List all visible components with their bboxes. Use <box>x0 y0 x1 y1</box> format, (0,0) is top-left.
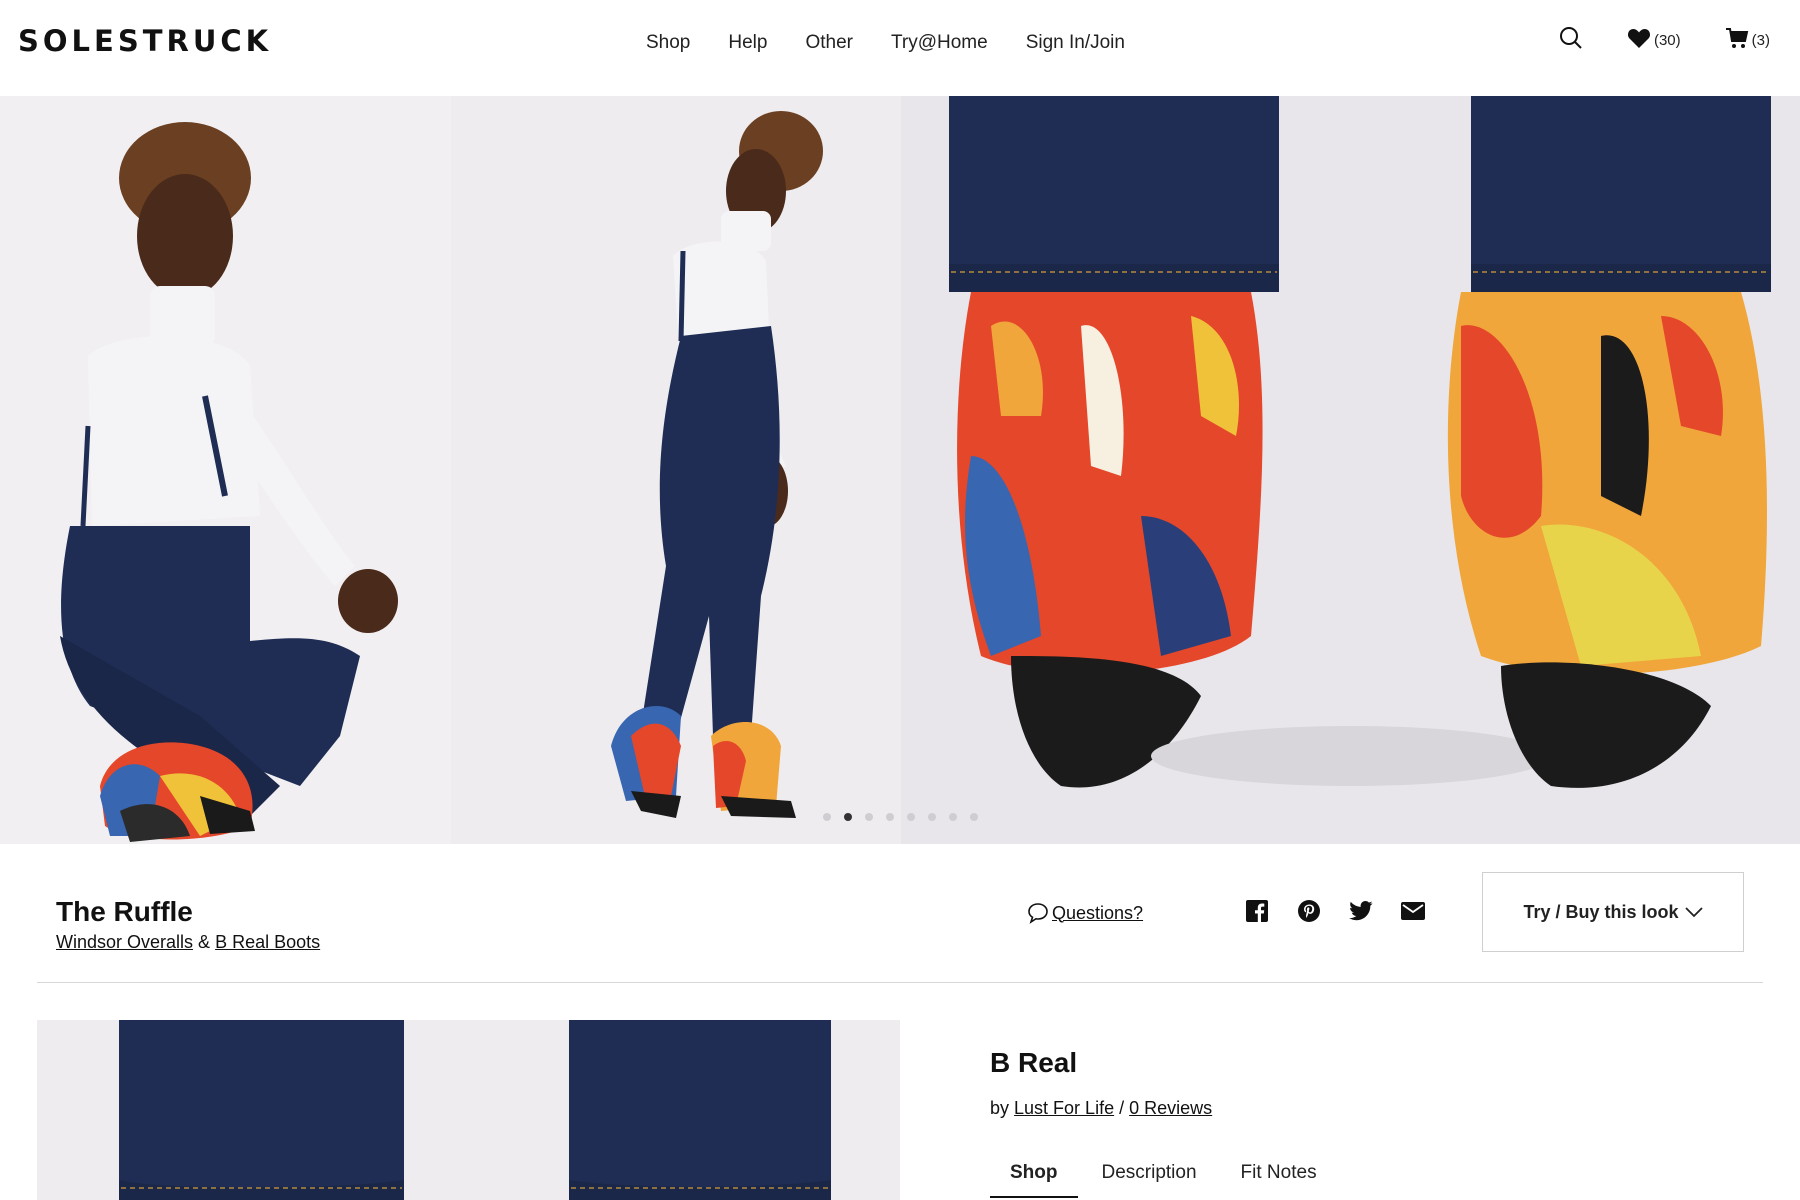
tab-shop[interactable]: Shop <box>990 1160 1078 1198</box>
reviews-link[interactable]: 0 Reviews <box>1129 1098 1212 1118</box>
section-divider <box>37 982 1763 983</box>
nav-sign-in[interactable]: Sign In/Join <box>1026 32 1125 54</box>
look-item-link-boots[interactable]: B Real Boots <box>215 932 320 952</box>
carousel-dot[interactable] <box>970 813 978 821</box>
byline-slash: / <box>1119 1098 1125 1118</box>
carousel-dot[interactable] <box>907 813 915 821</box>
site-header: SOLESTRUCK Shop Help Other Try@Home Sign… <box>0 0 1800 96</box>
share-twitter-button[interactable] <box>1348 898 1374 924</box>
product-name: B Real <box>990 1047 1078 1078</box>
carousel-dot[interactable] <box>928 813 936 821</box>
twitter-icon <box>1349 901 1373 921</box>
carousel-dots <box>823 813 991 821</box>
share-facebook-button[interactable] <box>1244 898 1270 924</box>
boot-closeup-photo[interactable] <box>901 96 1800 844</box>
try-buy-look-label: Try / Buy this look <box>1523 901 1679 922</box>
nav-other[interactable]: Other <box>805 32 853 54</box>
header-actions: (30) (3) <box>1515 26 1770 50</box>
wishlist-count: (30) <box>1653 32 1681 49</box>
tab-description[interactable]: Description <box>1082 1160 1217 1198</box>
try-buy-look-button[interactable]: Try / Buy this look <box>1482 872 1744 952</box>
cart-button[interactable]: (3) <box>1725 27 1770 49</box>
look-info-bar: The Ruffle Windsor Overalls & B Real Boo… <box>0 844 1800 984</box>
look-items: Windsor Overalls & B Real Boots <box>56 932 320 953</box>
wishlist-button[interactable]: (30) <box>1627 27 1681 49</box>
hero-carousel[interactable] <box>0 96 1800 844</box>
cart-icon <box>1725 28 1748 48</box>
site-logo[interactable]: SOLESTRUCK <box>18 24 272 58</box>
nav-shop[interactable]: Shop <box>646 32 690 54</box>
chevron-down-icon <box>1684 907 1703 918</box>
facebook-icon <box>1246 900 1268 922</box>
pinterest-icon <box>1298 900 1320 922</box>
nav-help[interactable]: Help <box>728 32 767 54</box>
questions-link[interactable]: Questions? <box>1027 902 1143 924</box>
carousel-dot[interactable] <box>823 813 831 821</box>
carousel-dot[interactable] <box>949 813 957 821</box>
look-item-link-overalls[interactable]: Windsor Overalls <box>56 932 193 952</box>
cart-count: (3) <box>1751 32 1770 49</box>
search-icon <box>1559 27 1582 49</box>
share-icons <box>1244 898 1452 924</box>
nav-try-at-home[interactable]: Try@Home <box>891 32 988 54</box>
look-items-separator: & <box>198 932 211 952</box>
look-title: The Ruffle <box>56 896 193 927</box>
share-pinterest-button[interactable] <box>1296 898 1322 924</box>
brand-link[interactable]: Lust For Life <box>1014 1098 1114 1118</box>
byline-prefix: by <box>990 1098 1010 1118</box>
mail-icon <box>1401 902 1425 920</box>
carousel-dot[interactable] <box>865 813 873 821</box>
product-image[interactable] <box>37 1020 900 1200</box>
search-button[interactable] <box>1559 26 1583 50</box>
speech-bubble-icon <box>1028 903 1048 924</box>
questions-label: Questions? <box>1052 902 1144 923</box>
look-photo-crouching[interactable] <box>0 96 451 844</box>
product-byline: by Lust For Life / 0 Reviews <box>990 1098 1212 1119</box>
main-nav: Shop Help Other Try@Home Sign In/Join <box>646 32 1163 54</box>
heart-icon <box>1627 29 1650 48</box>
share-email-button[interactable] <box>1400 898 1426 924</box>
carousel-dot-active[interactable] <box>844 813 852 821</box>
look-photo-standing[interactable] <box>451 96 901 844</box>
product-tabs: Shop Description Fit Notes <box>990 1160 1341 1198</box>
carousel-dot[interactable] <box>886 813 894 821</box>
tab-fit-notes[interactable]: Fit Notes <box>1221 1160 1337 1198</box>
